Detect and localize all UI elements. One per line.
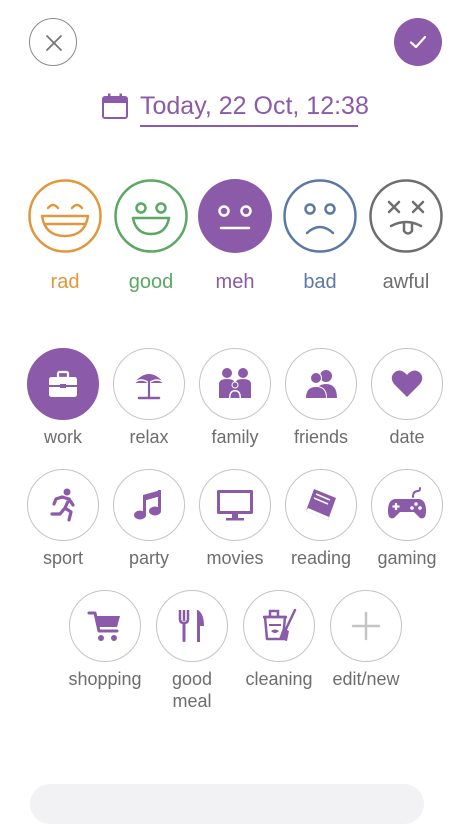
mood-bad-face-icon [283, 179, 357, 253]
activity-friends[interactable]: friends [278, 348, 364, 448]
activity-good-meal[interactable]: good meal [149, 590, 235, 712]
activity-family[interactable]: family [192, 348, 278, 448]
mood-awful-label: awful [382, 271, 430, 293]
activity-shopping-label: shopping [68, 669, 142, 689]
activity-work-label: work [43, 427, 82, 447]
close-button[interactable] [29, 18, 77, 66]
activity-sport-label: sport [42, 548, 84, 568]
note-card[interactable] [30, 784, 424, 824]
close-icon [46, 35, 62, 51]
activity-date-label: date [389, 427, 425, 447]
activity-edit-new-label: edit/new [332, 669, 400, 689]
checkmark-icon [409, 35, 427, 49]
activity-party-label: party [128, 548, 170, 568]
activity-shopping[interactable]: shopping [62, 590, 148, 690]
music-note-icon [134, 490, 161, 520]
mood-good-label: good [128, 271, 174, 293]
activity-movies-label: movies [206, 548, 264, 568]
activity-sport[interactable]: sport [20, 469, 106, 569]
mood-good[interactable]: good [113, 178, 189, 294]
cart-icon [87, 611, 120, 641]
activity-edit-new[interactable]: edit/new [323, 590, 409, 690]
mood-meh-face-icon [198, 179, 272, 253]
heart-icon [391, 370, 423, 397]
gamepad-icon [388, 487, 426, 519]
activity-good-meal-label: good meal [171, 669, 213, 711]
briefcase-icon [49, 370, 77, 397]
family-icon [219, 368, 251, 398]
date-underline [140, 125, 358, 127]
friends-icon [305, 370, 337, 398]
date-text: Today, 22 Oct, 12:38 [140, 92, 369, 120]
cleaning-icon [263, 608, 297, 641]
activity-date[interactable]: date [364, 348, 450, 448]
activity-reading[interactable]: reading [278, 469, 364, 569]
mood-good-face-icon [114, 179, 188, 253]
mood-bad[interactable]: bad [282, 178, 358, 294]
activity-gaming[interactable]: gaming [364, 469, 450, 569]
activity-relax[interactable]: relax [106, 348, 192, 448]
book-icon [306, 489, 336, 520]
mood-meh-label: meh [215, 271, 255, 293]
activity-friends-label: friends [293, 427, 349, 447]
mood-rad[interactable]: rad [27, 178, 103, 294]
calendar-icon [102, 93, 128, 119]
mood-rad-label: rad [50, 271, 80, 293]
activity-cleaning-label: cleaning [245, 669, 313, 689]
mood-bad-label: bad [303, 271, 337, 293]
mood-awful-face-icon [369, 179, 443, 253]
activity-reading-label: reading [290, 548, 352, 568]
beach-umbrella-icon [133, 374, 165, 400]
activity-work[interactable]: work [20, 348, 106, 448]
date-selector[interactable]: Today, 22 Oct, 12:38 [0, 88, 454, 128]
running-icon [50, 488, 75, 522]
activity-cleaning[interactable]: cleaning [236, 590, 322, 690]
mood-rad-face-icon [28, 179, 102, 253]
plus-icon [351, 611, 381, 641]
cutlery-icon [178, 610, 204, 642]
mood-awful[interactable]: awful [368, 178, 444, 294]
activity-family-label: family [211, 427, 259, 447]
mood-meh[interactable]: meh [197, 178, 273, 294]
activity-gaming-label: gaming [377, 548, 437, 568]
activity-party[interactable]: party [106, 469, 192, 569]
activity-movies[interactable]: movies [192, 469, 278, 569]
monitor-icon [217, 490, 253, 521]
confirm-button[interactable] [394, 18, 442, 66]
activity-relax-label: relax [129, 427, 169, 447]
